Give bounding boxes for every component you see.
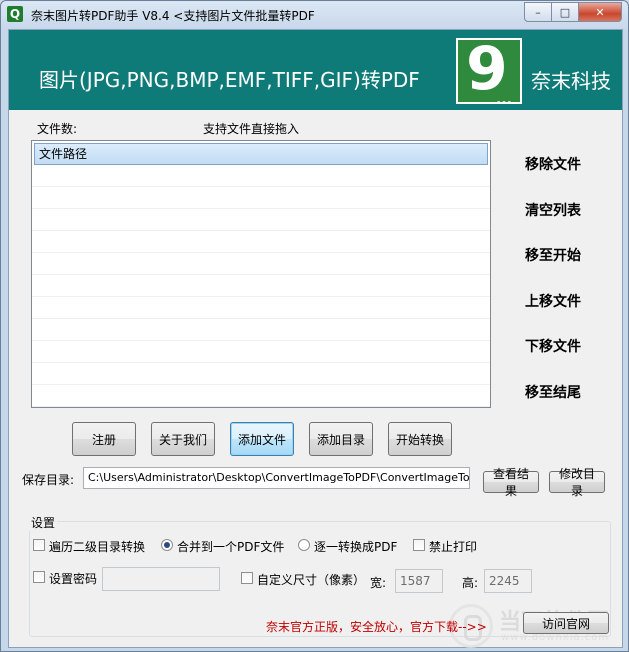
width-field[interactable]: 1587 [395,569,443,593]
app-icon: Q [7,6,23,22]
move-to-bottom-action[interactable]: 移至结尾 [525,382,581,402]
window-controls: – □ ✕ [524,2,622,22]
drag-hint: 支持文件直接拖入 [203,122,300,136]
custom-size-label: 自定义尺寸（像素） [257,573,366,587]
forbid-print-checkbox[interactable] [413,539,425,551]
settings-title: 设置 [29,514,58,531]
height-label: 高: [462,576,479,590]
register-button[interactable]: 注册 [72,422,136,456]
move-up-action[interactable]: 上移文件 [525,291,581,311]
app-window: Q 奈末图片转PDF助手 V8.4 <支持图片文件批量转PDF – □ ✕ 图片… [0,0,629,652]
close-button[interactable]: ✕ [579,2,622,22]
title-bar[interactable]: Q 奈末图片转PDF助手 V8.4 <支持图片文件批量转PDF – □ ✕ [1,1,628,29]
minimize-button[interactable]: – [524,2,552,22]
file-list-header[interactable]: 文件路径 [34,143,488,165]
custom-size-checkbox[interactable] [241,572,253,584]
clear-list-action[interactable]: 清空列表 [525,200,581,220]
remove-file-action[interactable]: 移除文件 [525,154,581,174]
banner-title: 图片(JPG,PNG,BMP,EMF,TIFF,GIF)转PDF [39,68,420,92]
convert-each-radio[interactable] [298,539,310,551]
forbid-print-label: 禁止打印 [429,540,478,554]
list-item [32,209,490,231]
banner: 图片(JPG,PNG,BMP,EMF,TIFF,GIF)转PDF 9 ... 奈… [9,30,622,110]
save-path-field[interactable]: C:\Users\Administrator\Desktop\ConvertIm… [83,467,470,489]
set-password-label: 设置密码 [49,572,98,586]
list-item [32,363,490,385]
list-item [32,165,490,187]
list-item [32,253,490,275]
view-result-button[interactable]: 查看结果 [483,467,539,498]
list-item [32,231,490,253]
convert-each-label: 逐一转换成PDF [314,540,398,554]
password-field[interactable] [102,567,220,591]
file-count-label: 文件数: [37,122,78,136]
brand-logo: 9 ... [456,34,522,108]
about-button[interactable]: 关于我们 [151,422,215,456]
file-list[interactable]: 文件路径 [31,140,491,408]
visit-site-button[interactable]: 访问官网 [523,612,609,634]
height-field[interactable]: 2245 [484,569,532,593]
list-item [32,319,490,341]
change-dir-button[interactable]: 修改目录 [549,467,605,498]
client-area: 图片(JPG,PNG,BMP,EMF,TIFF,GIF)转PDF 9 ... 奈… [8,29,623,648]
list-item [32,275,490,297]
maximize-button[interactable]: □ [552,2,579,22]
merge-one-pdf-label: 合并到一个PDF文件 [177,540,285,554]
brand-name: 奈末科技 [531,69,611,93]
add-file-button[interactable]: 添加文件 [230,422,294,456]
list-item [32,385,490,407]
set-password-checkbox[interactable] [33,571,45,583]
window-title: 奈末图片转PDF助手 V8.4 <支持图片文件批量转PDF [31,9,315,23]
traverse-subdir-label: 遍历二级目录转换 [49,540,146,554]
merge-one-pdf-radio[interactable] [161,539,173,551]
list-item [32,187,490,209]
move-to-top-action[interactable]: 移至开始 [525,245,581,265]
add-directory-button[interactable]: 添加目录 [309,422,373,456]
list-item [32,297,490,319]
save-dir-label: 保存目录: [22,473,75,487]
official-notice: 奈末官方正版，安全放心，官方下载-->> [266,620,487,634]
list-item [32,341,490,363]
logo-dots: ... [496,92,512,108]
start-convert-button[interactable]: 开始转换 [388,422,452,456]
traverse-subdir-checkbox[interactable] [33,539,45,551]
width-label: 宽: [370,576,387,590]
move-down-action[interactable]: 下移文件 [525,336,581,356]
